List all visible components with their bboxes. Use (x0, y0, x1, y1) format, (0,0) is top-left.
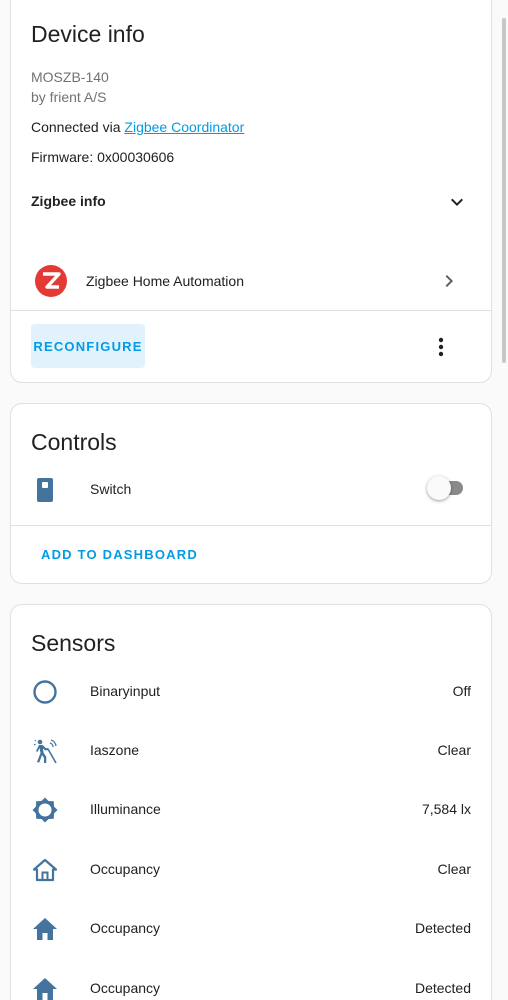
sensor-row[interactable]: Occupancy Detected (11, 969, 491, 1000)
sensors-title: Sensors (31, 630, 116, 656)
sensor-row[interactable]: Occupancy Detected (11, 909, 491, 949)
scrollbar[interactable] (502, 18, 506, 363)
sensor-value: 7,584 lx (421, 801, 471, 817)
device-info-card: Device info MOSZB-140 by frient A/S Conn… (10, 0, 492, 383)
sensor-label: Illuminance (90, 801, 161, 817)
add-to-dashboard-button[interactable]: ADD TO DASHBOARD (41, 547, 198, 562)
device-info-title: Device info (31, 21, 145, 47)
sensor-row[interactable]: Iaszone Clear (11, 731, 491, 771)
sensor-value: Detected (414, 980, 471, 996)
circle-outline-icon (33, 680, 57, 704)
sensors-card: Sensors Binaryinput Off Iaszone Clear Il… (10, 604, 492, 1000)
more-vertical-icon[interactable] (429, 335, 453, 359)
integration-row[interactable]: Zigbee Home Automation (11, 257, 491, 305)
connected-via-label: Connected via (31, 119, 121, 135)
chevron-down-icon (451, 198, 463, 206)
zigbee-info-label: Zigbee info (31, 193, 106, 209)
control-label: Switch (90, 481, 132, 497)
reconfigure-button[interactable]: RECONFIGURE (31, 324, 145, 368)
controls-card: Controls Switch ADD TO DASHBOARD (10, 403, 492, 584)
controls-title: Controls (31, 429, 117, 455)
home-outline-icon (32, 858, 58, 882)
switch-icon (37, 478, 53, 502)
control-row-switch[interactable]: Switch (11, 470, 491, 510)
connected-via-line: Connected via Zigbee Coordinator (31, 119, 244, 135)
sensor-row[interactable]: Illuminance 7,584 lx (11, 790, 491, 830)
integration-label: Zigbee Home Automation (86, 273, 244, 289)
controls-divider (11, 525, 491, 526)
zigbee-logo-icon (35, 265, 67, 297)
brightness-icon (32, 797, 58, 823)
sensor-label: Occupancy (90, 920, 161, 936)
chevron-right-icon (445, 275, 453, 287)
sensor-row[interactable]: Occupancy Clear (11, 850, 491, 890)
sensor-label: Iaszone (90, 742, 140, 758)
switch-toggle[interactable] (427, 476, 465, 500)
toggle-thumb (427, 476, 451, 500)
device-manufacturer: by frient A/S (31, 89, 107, 105)
sensor-label: Occupancy (90, 861, 161, 877)
firmware-text: Firmware: 0x00030606 (31, 149, 175, 165)
sensor-row[interactable]: Binaryinput Off (11, 672, 491, 712)
sensor-label: Occupancy (90, 980, 161, 996)
sensor-value: Clear (437, 742, 471, 758)
zigbee-info-expander[interactable]: Zigbee info (11, 181, 491, 221)
device-page: Device info MOSZB-140 by frient A/S Conn… (0, 0, 508, 1000)
motion-sensor-icon (33, 739, 57, 764)
sensor-value: Off (452, 683, 471, 699)
home-icon (33, 918, 57, 940)
sensor-value: Clear (437, 861, 471, 877)
device-model: MOSZB-140 (31, 69, 109, 85)
home-icon (33, 978, 57, 1000)
sensor-value: Detected (414, 920, 471, 936)
device-info-divider (11, 310, 491, 311)
sensor-label: Binaryinput (90, 683, 161, 699)
zigbee-coordinator-link[interactable]: Zigbee Coordinator (124, 119, 244, 135)
